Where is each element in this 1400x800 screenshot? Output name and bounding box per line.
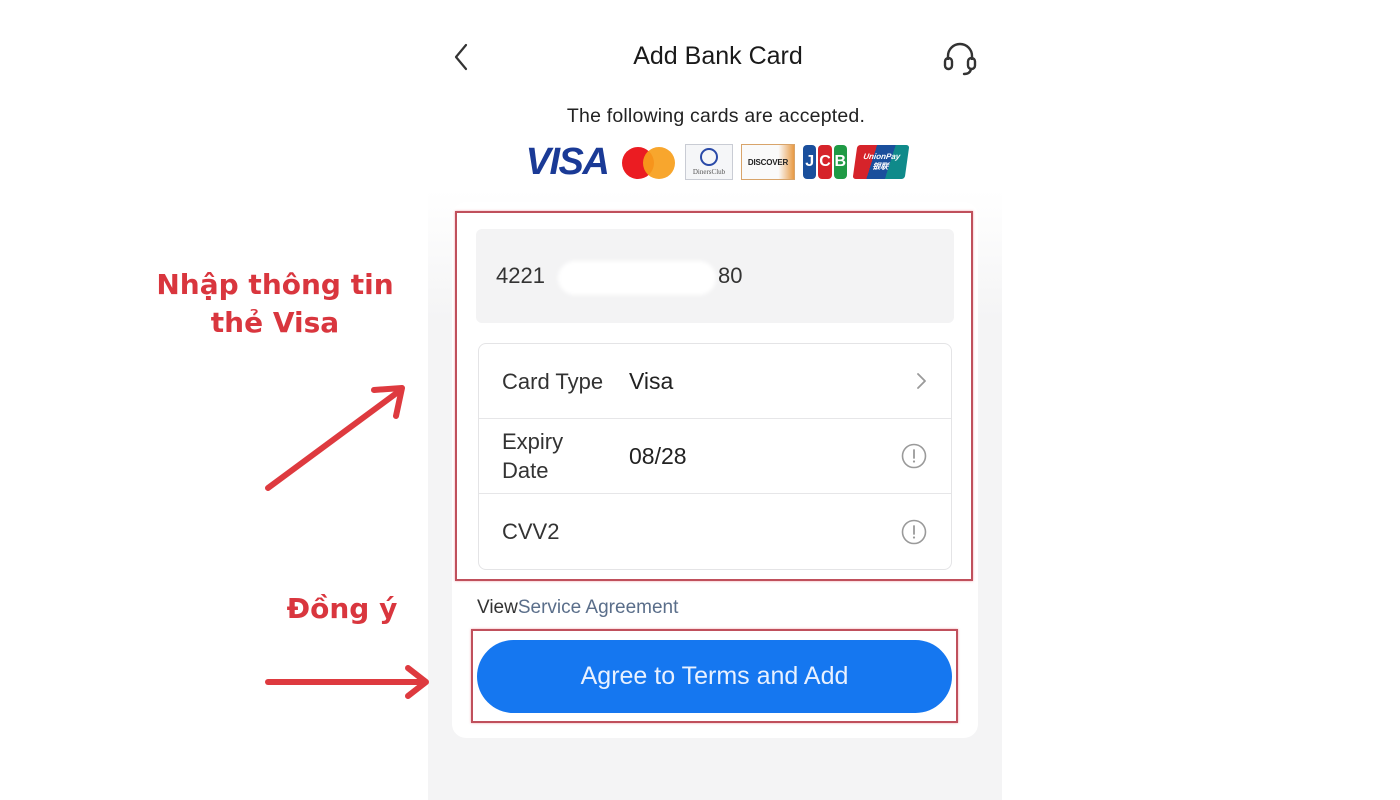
cvv2-label: CVV2: [502, 519, 560, 544]
diners-club-logo-icon: DinersClub: [685, 144, 733, 180]
jcb-letter: C: [818, 145, 832, 179]
page-title: Add Bank Card: [633, 42, 803, 70]
card-details-list: Card Type Visa Expiry Date 08/28 CVV2: [478, 343, 952, 570]
mastercard-logo-icon: [621, 144, 677, 180]
annotation-enter-info: Nhập thông tin thẻ Visa: [156, 268, 394, 339]
info-circle-icon[interactable]: [901, 519, 927, 545]
expiry-date-label: Expiry Date: [502, 429, 564, 483]
card-number-start: 4221: [496, 263, 545, 288]
chevron-right-icon: [915, 371, 927, 391]
customer-support-button[interactable]: [938, 36, 982, 80]
card-number-end: 80: [718, 263, 743, 288]
back-button[interactable]: [448, 40, 474, 74]
view-label: View: [477, 597, 518, 618]
unionpay-subtext: 银联: [871, 162, 889, 171]
headset-icon: [943, 42, 977, 76]
diners-club-text: DinersClub: [692, 168, 726, 176]
visa-logo-icon: VISA: [525, 140, 610, 183]
jcb-letter: B: [833, 145, 847, 179]
service-agreement-line: ViewService Agreement: [477, 596, 678, 620]
cvv2-row[interactable]: CVV2: [479, 494, 951, 569]
arrow-right-icon: [265, 665, 429, 699]
info-circle-icon[interactable]: [901, 443, 927, 469]
unionpay-logo-icon: UnionPay 银联: [852, 145, 910, 179]
card-number-redaction: [558, 261, 716, 295]
expiry-date-row[interactable]: Expiry Date 08/28: [479, 419, 951, 494]
chevron-left-icon: [454, 43, 468, 71]
card-type-label: Card Type: [502, 368, 604, 394]
annotation-agree: Đồng ý: [286, 592, 398, 625]
card-type-value: Visa: [629, 367, 674, 394]
service-agreement-link[interactable]: Service Agreement: [518, 597, 679, 618]
card-type-row[interactable]: Card Type Visa: [479, 344, 951, 419]
card-number-field[interactable]: 4221 80: [476, 229, 954, 323]
unionpay-text: UnionPay: [862, 152, 901, 161]
arrow-up-right-icon: [265, 385, 405, 491]
discover-logo-icon: DISCOVER: [741, 144, 795, 180]
accepted-card-logos: VISA DinersClub DISCOVER J C B UnionPay …: [521, 140, 910, 183]
accepted-cards-text: The following cards are accepted.: [566, 105, 866, 127]
expiry-date-value: 08/28: [629, 442, 687, 469]
jcb-logo-icon: J C B: [803, 145, 847, 179]
jcb-letter: J: [803, 145, 817, 179]
agree-and-add-button[interactable]: Agree to Terms and Add: [477, 640, 952, 713]
